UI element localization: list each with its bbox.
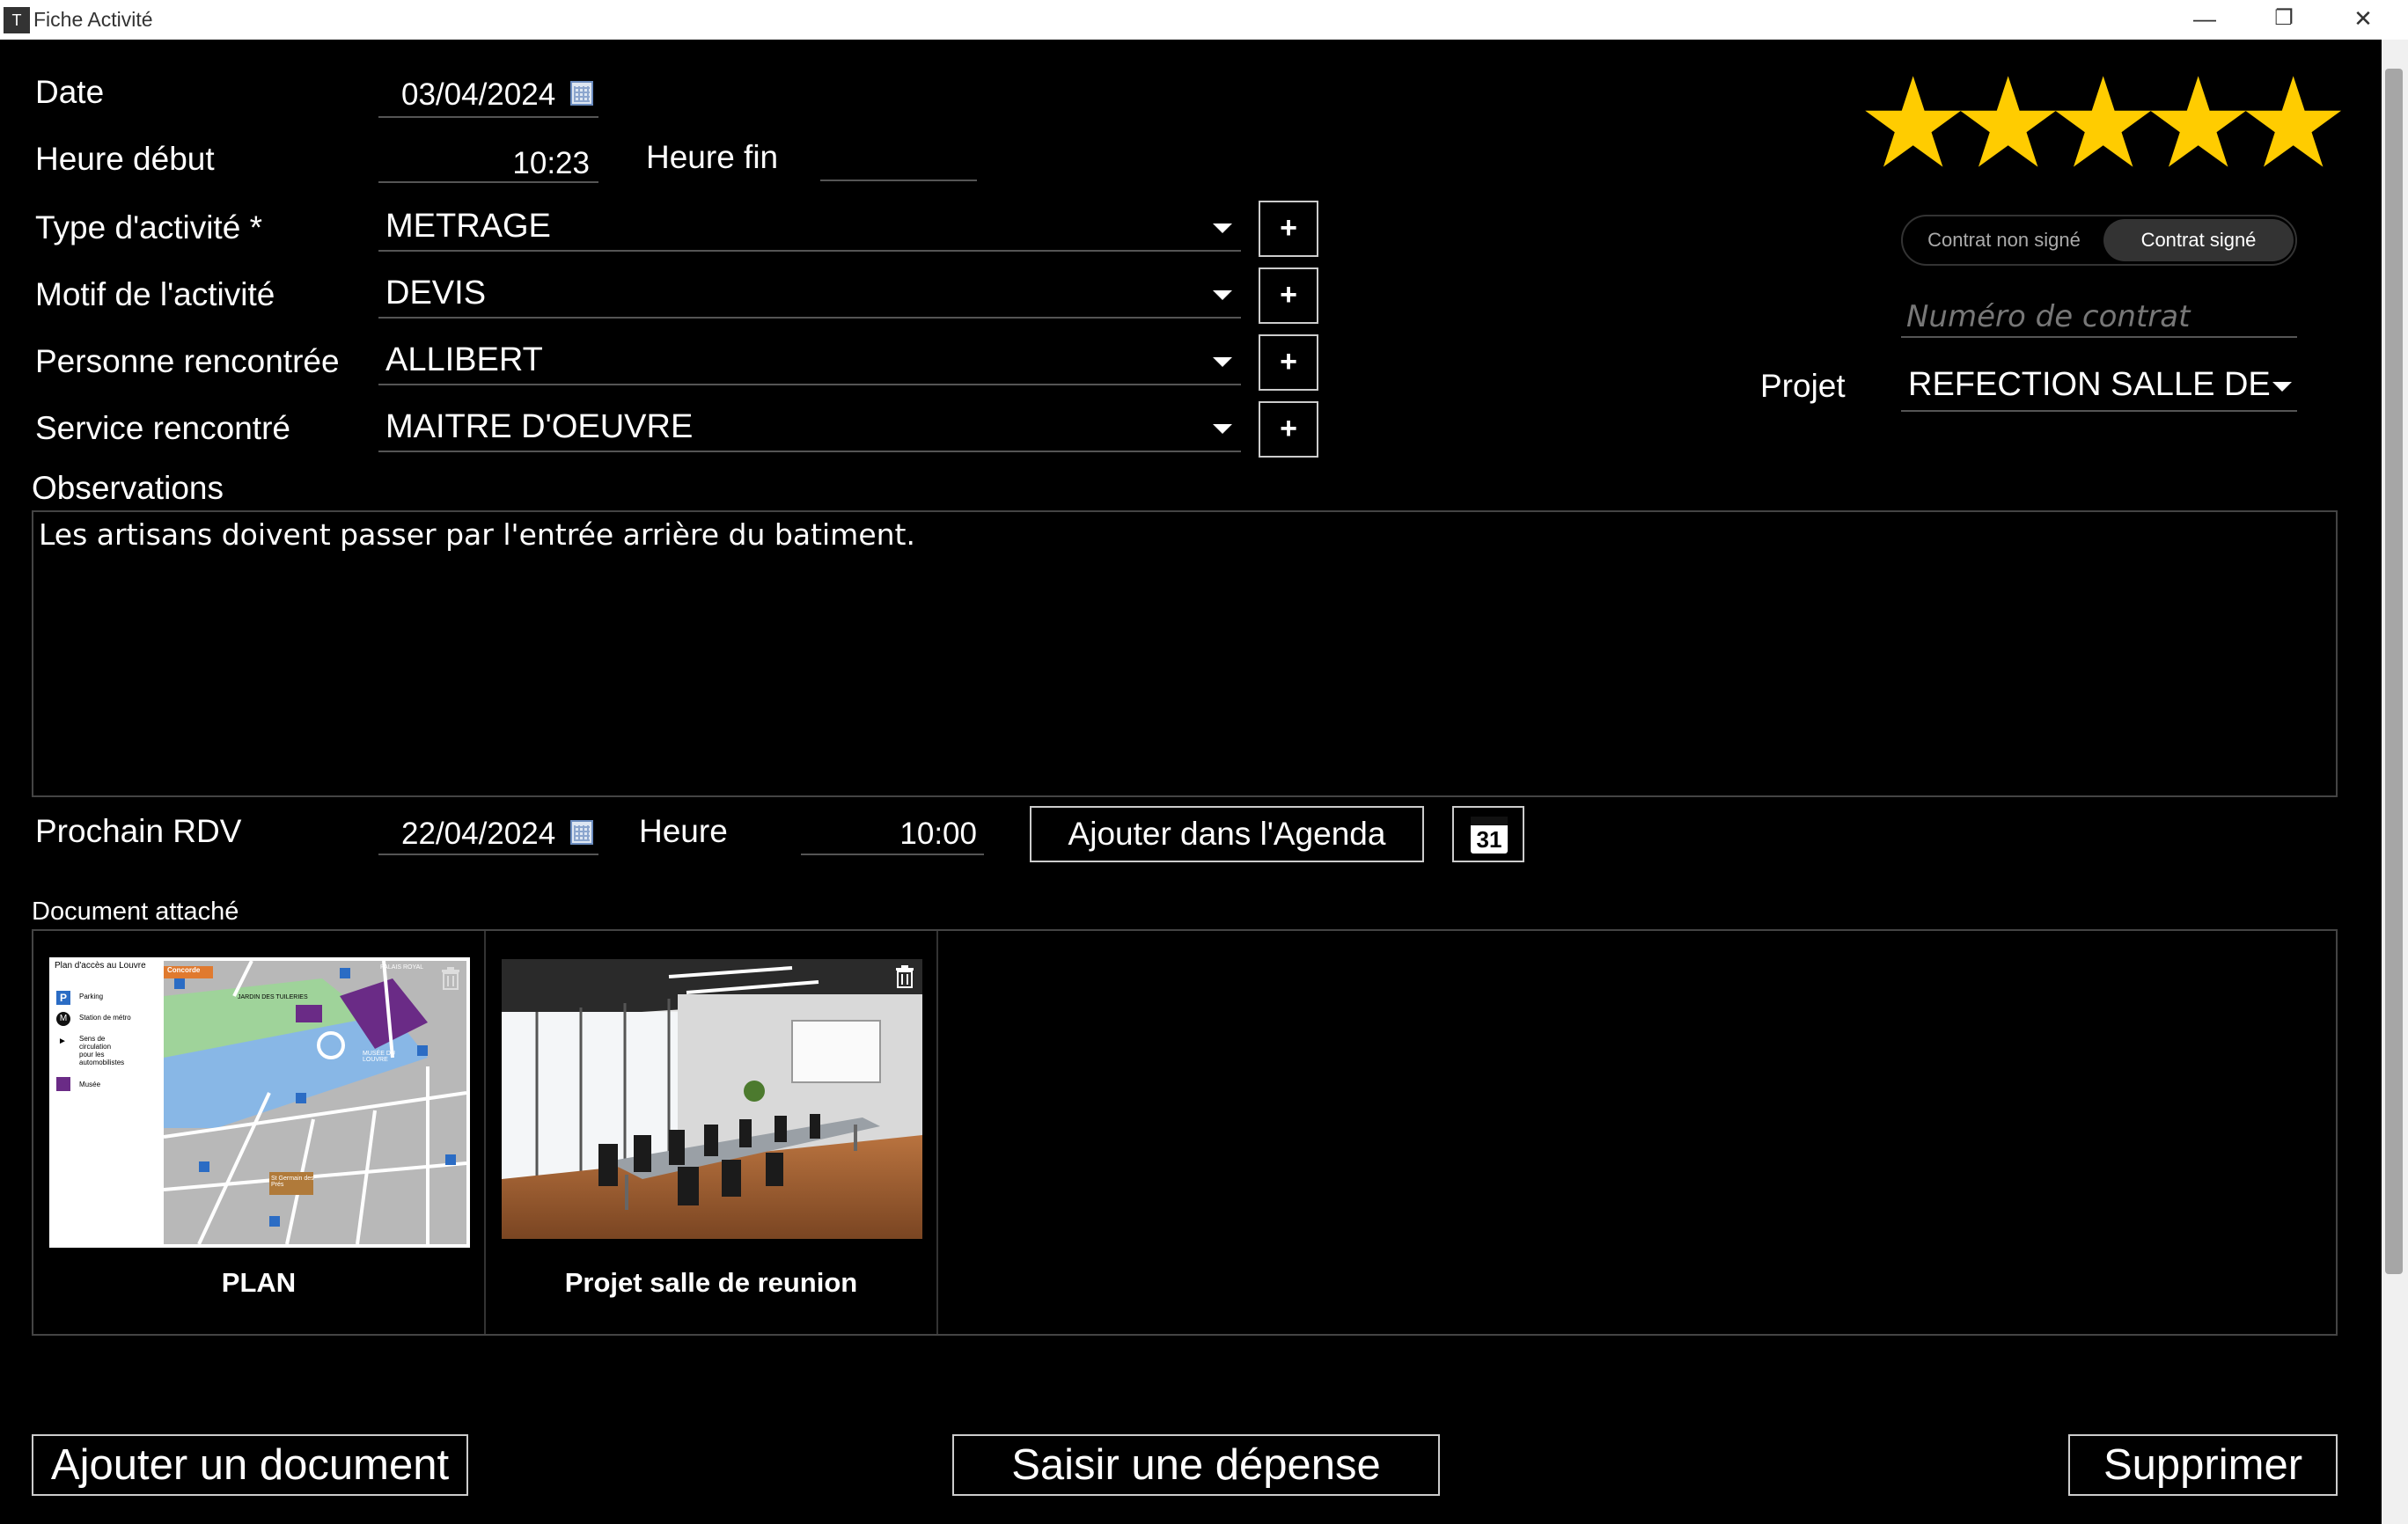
document-tile[interactable]: Plan d'accès au Louvre P Parking M Stati… (33, 931, 486, 1334)
parking-icon: P (56, 991, 70, 1005)
documents-label: Document attaché (32, 898, 239, 926)
trash-icon[interactable] (440, 966, 461, 991)
add-type-activite-button[interactable]: + (1259, 201, 1318, 257)
heure-debut-label: Heure début (35, 141, 215, 177)
app-icon: T (4, 7, 30, 33)
calendar-icon-header (1471, 817, 1508, 825)
star-icon[interactable]: ★ (2237, 62, 2349, 187)
chevron-down-icon (1213, 424, 1232, 434)
type-activite-select[interactable]: METRAGE (378, 202, 1241, 252)
date-picker-icon[interactable] (570, 820, 593, 845)
meeting-room-image (502, 959, 922, 1239)
project-label: Projet (1760, 368, 1846, 404)
document-name: Projet salle de reunion (564, 1267, 858, 1298)
legend-musee: Musée (79, 1081, 101, 1088)
contract-status-toggle[interactable]: Contrat non signé Contrat signé (1901, 215, 2297, 266)
calendar-day: 31 (1476, 826, 1502, 853)
document-tile[interactable]: Projet salle de reunion (486, 931, 938, 1334)
trash-icon[interactable] (894, 964, 915, 989)
map-label-louvre: MUSÉE DU LOUVRE (363, 1051, 395, 1063)
arrow-icon: ► (58, 1037, 67, 1046)
type-activite-value: METRAGE (385, 208, 551, 245)
motif-value: DEVIS (385, 275, 487, 311)
personne-value: ALLIBERT (385, 341, 543, 378)
document-thumbnail[interactable]: Plan d'accès au Louvre P Parking M Stati… (49, 957, 470, 1248)
add-motif-button[interactable]: + (1259, 267, 1318, 324)
heure-debut-value: 10:23 (512, 146, 590, 180)
date-picker-icon[interactable] (570, 81, 593, 106)
type-activite-label: Type d'activité * (35, 209, 262, 245)
add-personne-button[interactable]: + (1259, 334, 1318, 391)
project-value: REFECTION SALLE DE (1908, 366, 2271, 403)
museum-legend-swatch (56, 1077, 70, 1091)
personne-select[interactable]: ALLIBERT (378, 336, 1241, 385)
legend-parking: Parking (79, 993, 104, 1000)
documents-panel: Plan d'accès au Louvre P Parking M Stati… (32, 929, 2338, 1336)
heure-fin-label: Heure fin (646, 139, 779, 175)
project-select[interactable]: REFECTION SALLE DE (1901, 361, 2297, 412)
date-value: 03/04/2024 (401, 77, 556, 112)
chevron-down-icon (1213, 223, 1232, 233)
rdv-heure-label: Heure (639, 813, 728, 849)
contract-unsigned-option[interactable]: Contrat non signé (1906, 219, 2102, 261)
contract-signed-option[interactable]: Contrat signé (2103, 219, 2294, 261)
map-image (164, 961, 466, 1244)
service-select[interactable]: MAITRE D'OEUVRE (378, 403, 1241, 452)
chevron-down-icon (1213, 357, 1232, 367)
chevron-down-icon (1213, 290, 1232, 300)
personne-label: Personne rencontrée (35, 343, 340, 379)
contract-number-placeholder: Numéro de contrat (1906, 299, 2191, 334)
prochain-rdv-label: Prochain RDV (35, 813, 242, 849)
map-label-concorde: Concorde (167, 966, 201, 974)
rdv-heure-value: 10:00 (899, 817, 977, 851)
service-value: MAITRE D'OEUVRE (385, 408, 694, 445)
motif-select[interactable]: DEVIS (378, 269, 1241, 319)
map-label-palais-royal: PALAIS ROYAL (380, 964, 424, 971)
rdv-heure-field[interactable]: 10:00 (801, 811, 984, 855)
rdv-date-value: 22/04/2024 (401, 817, 556, 851)
observations-textarea[interactable]: Les artisans doivent passer par l'entrée… (32, 510, 2338, 797)
metro-icon: M (56, 1012, 70, 1026)
minimize-button[interactable]: — (2165, 0, 2244, 40)
legend-metro: Station de métro (79, 1014, 131, 1022)
close-button[interactable]: ✕ (2324, 0, 2403, 40)
observations-text: Les artisans doivent passer par l'entrée… (39, 517, 915, 552)
calendar-button[interactable]: 31 (1452, 806, 1524, 862)
delete-button[interactable]: Supprimer (2068, 1434, 2338, 1496)
rdv-date-field[interactable]: 22/04/2024 (378, 811, 598, 855)
contract-number-input[interactable]: Numéro de contrat (1901, 290, 2297, 338)
add-document-button[interactable]: Ajouter un document (32, 1434, 468, 1496)
scrollbar-thumb[interactable] (2385, 69, 2403, 1274)
date-label: Date (35, 74, 105, 110)
restore-button[interactable]: ❐ (2244, 0, 2324, 40)
rating-stars[interactable]: ★ ★ ★ ★ ★ (1857, 62, 2349, 187)
map-label-st-germain: St Germain des Prés (271, 1176, 314, 1188)
chevron-down-icon (2272, 382, 2292, 392)
date-field[interactable]: 03/04/2024 (378, 74, 598, 118)
heure-fin-field[interactable] (820, 139, 977, 181)
window-titlebar: T Fiche Activité — ❐ ✕ (0, 0, 2408, 40)
add-expense-button[interactable]: Saisir une dépense (952, 1434, 1440, 1496)
heure-debut-field[interactable]: 10:23 (378, 139, 598, 183)
document-name: PLAN (221, 1267, 297, 1298)
legend-circulation: Sens de circulation pour les automobilis… (79, 1035, 125, 1066)
service-label: Service rencontré (35, 410, 290, 446)
window-title: Fiche Activité (33, 8, 153, 31)
motif-label: Motif de l'activité (35, 276, 275, 312)
add-to-agenda-button[interactable]: Ajouter dans l'Agenda (1030, 806, 1424, 862)
map-title: Plan d'accès au Louvre (55, 961, 146, 971)
document-thumbnail[interactable] (502, 959, 922, 1239)
observations-label: Observations (32, 470, 224, 506)
calendar-icon: 31 (1471, 817, 1508, 854)
map-label-tuileries: JARDIN DES TUILERIES (238, 994, 308, 1000)
add-service-button[interactable]: + (1259, 401, 1318, 458)
